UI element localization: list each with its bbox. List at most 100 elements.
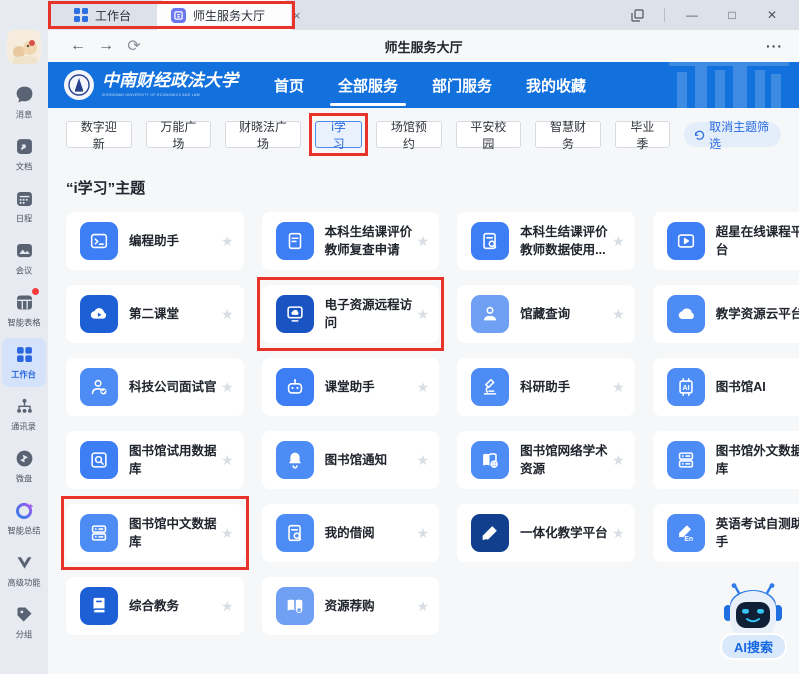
window-tab-1[interactable]: 工作台 [60, 0, 157, 30]
filter-button-6[interactable]: 平安校园 [456, 121, 522, 148]
sidebar-item-ai-summary[interactable]: 智能总结 [2, 494, 46, 543]
pen-icon [471, 514, 509, 552]
sidebar-item-document[interactable]: 文档 [2, 130, 46, 179]
service-card[interactable]: 教学资源云平台★ [653, 285, 799, 343]
service-card-label: 科研助手 [520, 378, 612, 396]
favorite-star-icon[interactable]: ★ [612, 233, 625, 250]
nav-item-1[interactable]: 首页 [272, 69, 306, 102]
service-card[interactable]: 编程助手★ [66, 212, 244, 270]
favorite-star-icon[interactable]: ★ [221, 379, 234, 396]
more-menu-icon[interactable]: ··· [766, 38, 783, 54]
service-card[interactable]: 一体化教学平台★ [457, 504, 635, 562]
university-name-en: ZHONGNAN UNIVERSITY OF ECONOMICS AND LAW [102, 92, 218, 96]
window-tab-2[interactable]: 师生服务大厅 [157, 0, 291, 30]
service-card-label: 本科生结课评价教师复查申请 [325, 223, 417, 259]
service-card[interactable]: 图书馆中文数据库★ [66, 504, 244, 562]
service-card-label: 电子资源远程访问 [325, 296, 417, 332]
redo-arrow-icon [694, 128, 705, 141]
favorite-star-icon[interactable]: ★ [221, 525, 234, 542]
university-name: 中南财经政法大学 [102, 73, 238, 90]
service-card-label: 科技公司面试官 [129, 378, 221, 396]
favorite-star-icon[interactable]: ★ [612, 525, 625, 542]
favorite-star-icon[interactable]: ★ [417, 452, 430, 469]
university-logo[interactable]: 中南财经政法大学 ZHONGNAN UNIVERSITY OF ECONOMIC… [64, 70, 238, 100]
sidebar-item-drive[interactable]: 微盘 [2, 442, 46, 491]
favorite-star-icon[interactable]: ★ [221, 306, 234, 323]
service-card[interactable]: 本科生结课评价教师复查申请★ [262, 212, 440, 270]
sidebar-item-calendar[interactable]: 日程 [2, 182, 46, 231]
theme-filter-row: 数字迎新万能广场财晓法广场 i学习场馆预约平安校园智慧财务毕业季取消主题筛选 [66, 121, 781, 148]
minimize-icon[interactable]: — [679, 4, 705, 26]
filter-button-1[interactable]: 数字迎新 [66, 121, 132, 148]
forward-icon[interactable]: → [92, 37, 120, 55]
back-icon[interactable]: ← [64, 37, 92, 55]
filter-button-7[interactable]: 智慧财务 [535, 121, 601, 148]
filter-button-3[interactable]: 财晓法广场 [225, 121, 301, 148]
sidebar-item-chat[interactable]: 消息 [2, 78, 46, 127]
favorite-star-icon[interactable]: ★ [417, 598, 430, 615]
svg-text:En: En [684, 536, 693, 543]
service-card-label: 图书馆通知 [325, 451, 417, 469]
service-card[interactable]: 我的借阅★ [262, 504, 440, 562]
chip-ai-icon: AI [667, 368, 705, 406]
popout-icon[interactable] [624, 4, 650, 26]
service-card[interactable]: 馆藏查询★ [457, 285, 635, 343]
favorite-star-icon[interactable]: ★ [612, 379, 625, 396]
service-card[interactable]: 本科生结课评价教师数据使用...★ [457, 212, 635, 270]
sidebar-item-label: 文档 [16, 161, 33, 173]
service-card[interactable]: 资源荐购★ [262, 577, 440, 635]
document-search-icon [471, 222, 509, 260]
service-card-label: 超星在线课程平台 [716, 223, 799, 259]
favorite-star-icon[interactable]: ★ [417, 233, 430, 250]
service-card[interactable]: 综合教务★ [66, 577, 244, 635]
filter-button-2[interactable]: 万能广场 [146, 121, 212, 148]
page-title: 师生服务大厅 [48, 37, 799, 56]
maximize-icon[interactable]: □ [719, 4, 745, 26]
nav-item-3[interactable]: 部门服务 [430, 69, 494, 102]
favorite-star-icon[interactable]: ★ [612, 306, 625, 323]
advanced-icon [13, 551, 35, 573]
service-card[interactable]: En英语考试自测助手★ [653, 504, 799, 562]
sidebar-item-label: 微盘 [16, 473, 33, 485]
service-card[interactable]: 超星在线课程平台★ [653, 212, 799, 270]
favorite-star-icon[interactable]: ★ [417, 379, 430, 396]
nav-item-4[interactable]: 我的收藏 [524, 69, 588, 102]
refresh-icon[interactable]: ⟳ [120, 36, 148, 56]
sidebar-item-tag[interactable]: 分组 [2, 598, 46, 647]
close-icon[interactable]: ✕ [759, 4, 785, 26]
sidebar-item-smart-table[interactable]: 智能表格 [2, 286, 46, 335]
service-card[interactable]: 科研助手★ [457, 358, 635, 416]
cancel-filter-button[interactable]: 取消主题筛选 [684, 122, 781, 147]
favorite-star-icon[interactable]: ★ [612, 452, 625, 469]
favorite-star-icon[interactable]: ★ [221, 452, 234, 469]
filter-button-4[interactable]: i学习 [315, 121, 362, 148]
sidebar-item-advanced[interactable]: 高级功能 [2, 546, 46, 595]
favorite-star-icon[interactable]: ★ [221, 598, 234, 615]
service-card[interactable]: AI图书馆AI★ [653, 358, 799, 416]
sidebar-item-meeting[interactable]: 会议 [2, 234, 46, 283]
service-card[interactable]: 电子资源远程访问★ [262, 285, 440, 343]
sidebar-item-workbench[interactable]: 工作台 [2, 338, 46, 387]
service-card[interactable]: 图书馆网络学术资源★ [457, 431, 635, 489]
favorite-star-icon[interactable]: ★ [221, 233, 234, 250]
service-card[interactable]: 课堂助手★ [262, 358, 440, 416]
ai-search-widget[interactable]: AI搜索 [720, 583, 787, 660]
service-card[interactable]: 图书馆试用数据库★ [66, 431, 244, 489]
contacts-icon [13, 395, 35, 417]
service-card[interactable]: 图书馆通知★ [262, 431, 440, 489]
user-avatar[interactable] [7, 30, 41, 64]
service-card[interactable]: 科技公司面试官★ [66, 358, 244, 416]
nav-item-2[interactable]: 全部服务 [336, 69, 400, 102]
filter-button-5[interactable]: 场馆预约 [376, 121, 442, 148]
filter-button-8[interactable]: 毕业季 [615, 121, 670, 148]
favorite-star-icon[interactable]: ★ [417, 306, 430, 323]
database-icon [80, 514, 118, 552]
window-controls: — □ ✕ [624, 4, 799, 26]
tab-close-icon[interactable]: × [293, 8, 301, 23]
chat-icon [13, 83, 35, 105]
favorite-star-icon[interactable]: ★ [417, 525, 430, 542]
service-card[interactable]: 第二课堂★ [66, 285, 244, 343]
sidebar-item-label: 智能总结 [7, 525, 40, 537]
service-card[interactable]: 图书馆外文数据库★ [653, 431, 799, 489]
sidebar-item-contacts[interactable]: 通讯录 [2, 390, 46, 439]
